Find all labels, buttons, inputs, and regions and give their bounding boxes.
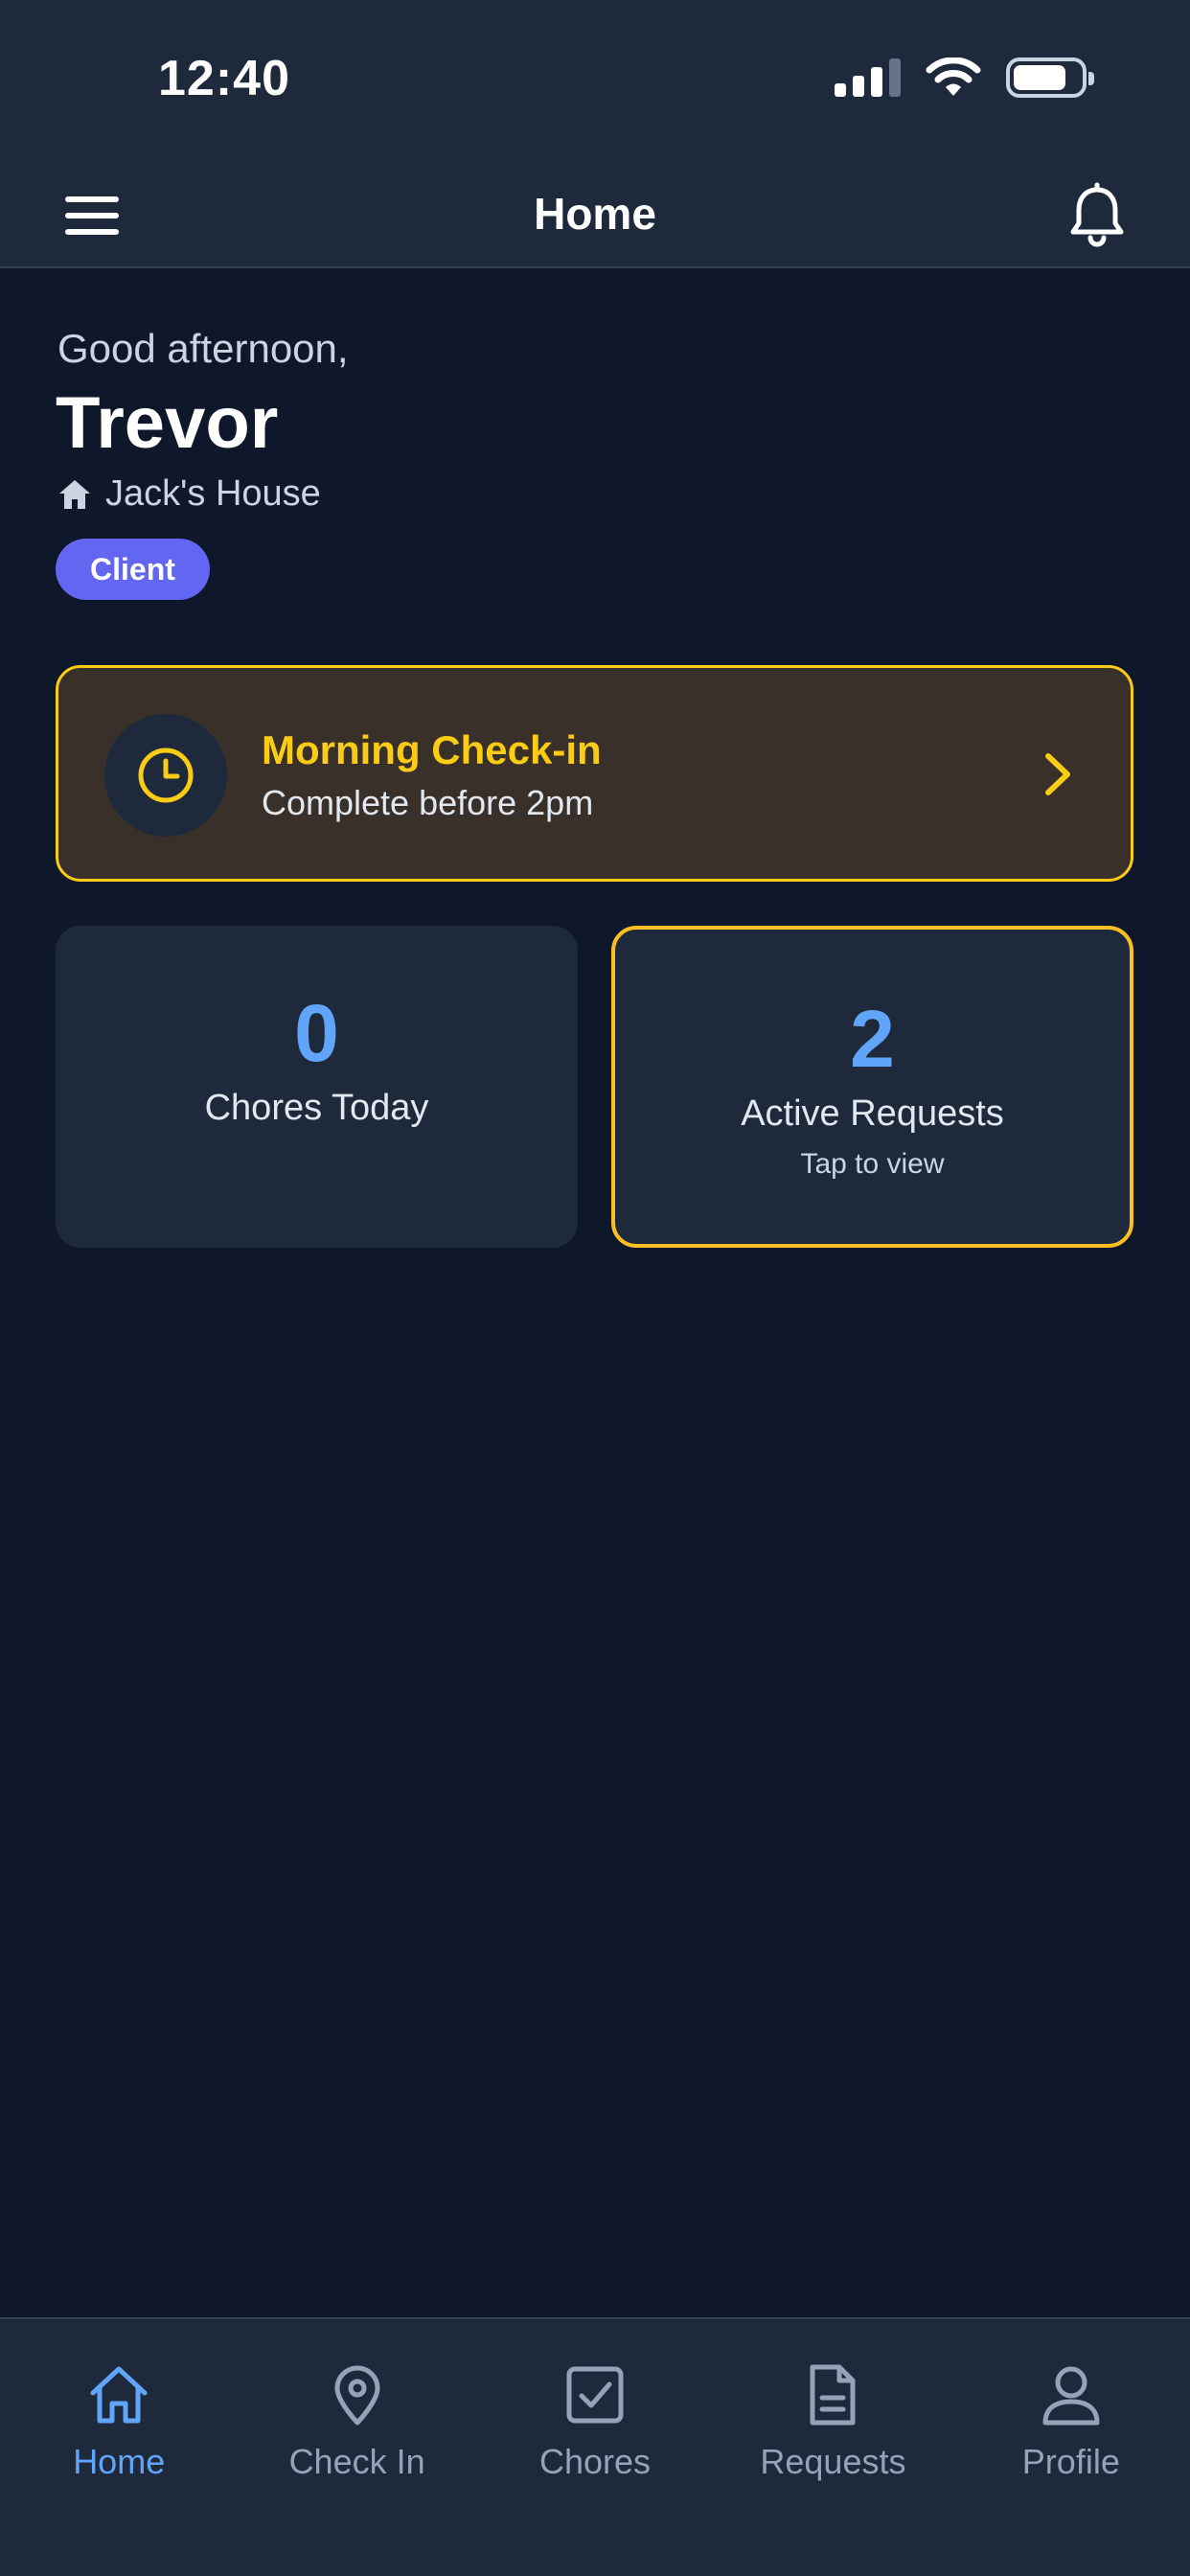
checkin-subtitle: Complete before 2pm bbox=[262, 783, 594, 822]
document-icon bbox=[810, 2364, 856, 2426]
status-icons bbox=[835, 58, 1094, 98]
nav-requests[interactable]: Requests bbox=[714, 2319, 951, 2576]
greeting-text: Good afternoon, bbox=[57, 326, 349, 371]
nav-chores[interactable]: Chores bbox=[476, 2319, 714, 2576]
clock-icon bbox=[138, 748, 194, 803]
home-icon bbox=[90, 2366, 148, 2424]
checkbox-icon bbox=[566, 2366, 624, 2424]
nav-chores-label: Chores bbox=[538, 2442, 652, 2481]
notifications-button[interactable] bbox=[1064, 182, 1131, 249]
app-screen: 12:40 Home Good afternoon, Trevor Jack's… bbox=[0, 0, 1190, 2576]
user-icon bbox=[1042, 2366, 1100, 2426]
nav-check-in-label: Check In bbox=[288, 2442, 425, 2481]
battery-icon bbox=[1006, 58, 1094, 98]
top-bar: 12:40 Home bbox=[0, 0, 1190, 268]
checkin-icon-circle bbox=[104, 714, 227, 837]
checkin-title: Morning Check-in bbox=[262, 727, 602, 772]
user-name: Trevor bbox=[56, 382, 279, 464]
morning-checkin-card[interactable]: Morning Check-in Complete before 2pm bbox=[56, 665, 1133, 882]
requests-hint: Tap to view bbox=[800, 1148, 945, 1180]
nav-home[interactable]: Home bbox=[0, 2319, 238, 2576]
page-title: Home bbox=[534, 189, 656, 239]
requests-label: Active Requests bbox=[741, 1093, 1004, 1134]
nav-check-in[interactable]: Check In bbox=[238, 2319, 475, 2576]
house-icon bbox=[59, 479, 90, 509]
cellular-signal-icon bbox=[835, 58, 901, 97]
map-pin-icon bbox=[334, 2365, 380, 2426]
bottom-navigation: Home Check In Chores Requests Profile bbox=[0, 2317, 1190, 2576]
nav-profile[interactable]: Profile bbox=[952, 2319, 1190, 2576]
bell-icon bbox=[1070, 182, 1124, 247]
wifi-icon bbox=[926, 58, 981, 96]
active-requests-card[interactable]: 2 Active Requests Tap to view bbox=[611, 926, 1133, 1248]
status-time: 12:40 bbox=[158, 51, 290, 106]
role-badge: Client bbox=[56, 539, 210, 600]
battery-level bbox=[1014, 65, 1065, 90]
house-name: Jack's House bbox=[105, 473, 321, 514]
chores-label: Chores Today bbox=[204, 1088, 429, 1128]
chevron-right-icon bbox=[1045, 753, 1070, 795]
requests-count: 2 bbox=[850, 994, 895, 1084]
chores-count: 0 bbox=[294, 988, 339, 1078]
nav-home-label: Home bbox=[73, 2442, 166, 2481]
house-location: Jack's House bbox=[57, 473, 321, 515]
chores-today-card[interactable]: 0 Chores Today bbox=[56, 926, 578, 1248]
nav-requests-label: Requests bbox=[760, 2442, 906, 2481]
nav-profile-label: Profile bbox=[1021, 2442, 1120, 2481]
